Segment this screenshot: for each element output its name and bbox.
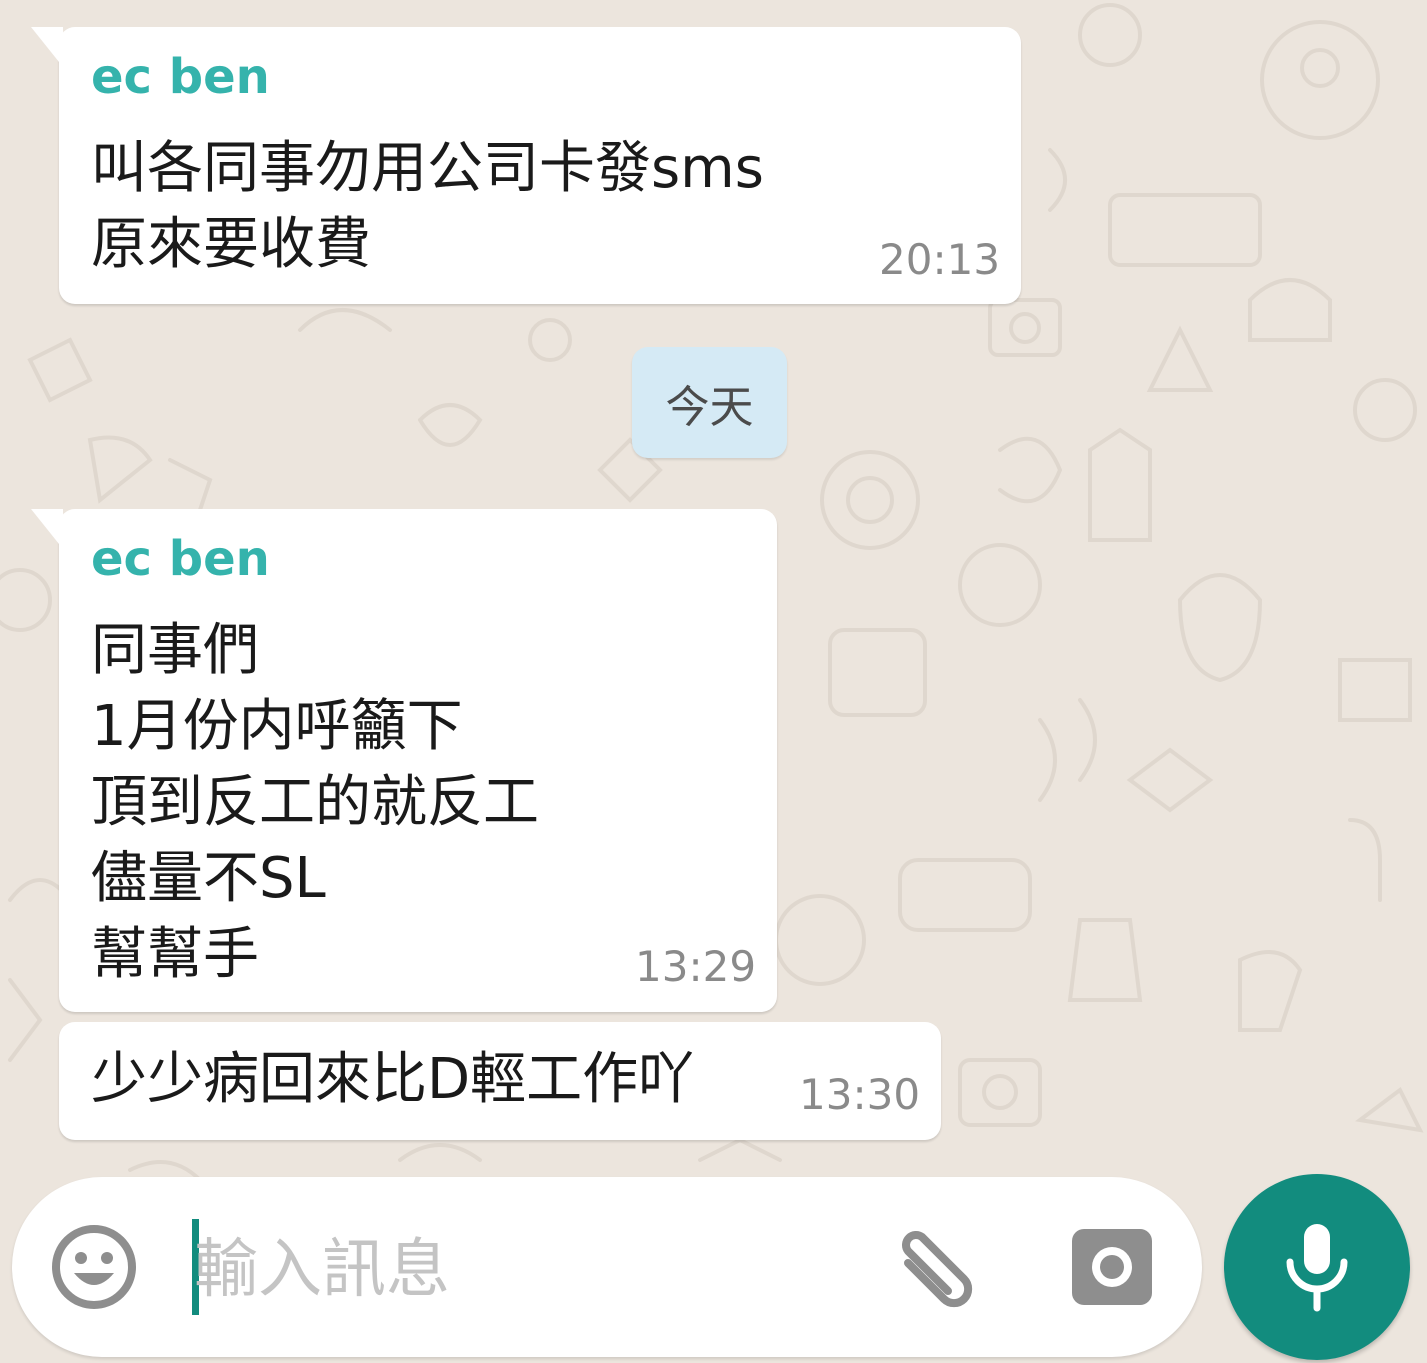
message-text: 同事們 1月份内呼籲下 頂到反工的就反工 儘量不SL 幫幫手 bbox=[91, 618, 539, 987]
message-text: 叫各同事勿用公司卡發sms 原來要收費 bbox=[91, 136, 764, 277]
date-divider: 今天 bbox=[632, 347, 787, 458]
camera-button[interactable] bbox=[1070, 1225, 1154, 1309]
message-composer bbox=[12, 1177, 1202, 1357]
message-bubble-incoming[interactable]: ec ben 叫各同事勿用公司卡發sms 原來要收費 20:13 bbox=[31, 27, 1021, 304]
voice-record-button[interactable] bbox=[1224, 1174, 1410, 1360]
camera-icon bbox=[1072, 1229, 1152, 1305]
emoji-button[interactable] bbox=[48, 1221, 140, 1313]
bubble-tail bbox=[31, 27, 63, 67]
message-timestamp: 20:13 bbox=[879, 235, 1001, 284]
bubble-tail bbox=[31, 509, 63, 549]
message-timestamp: 13:30 bbox=[799, 1070, 921, 1119]
paperclip-icon bbox=[902, 1231, 973, 1308]
message-input[interactable] bbox=[194, 1222, 844, 1318]
attach-button[interactable] bbox=[886, 1223, 986, 1319]
message-sender[interactable]: ec ben bbox=[91, 531, 270, 587]
message-bubble-incoming[interactable]: 少少病回來比D輕工作吖 13:30 bbox=[59, 1022, 941, 1140]
smiley-icon bbox=[52, 1225, 136, 1309]
message-sender[interactable]: ec ben bbox=[91, 49, 270, 105]
message-text: 少少病回來比D輕工作吖 bbox=[91, 1047, 695, 1112]
message-timestamp: 13:29 bbox=[635, 942, 757, 991]
microphone-icon bbox=[1286, 1224, 1348, 1312]
message-bubble-incoming[interactable]: ec ben 同事們 1月份内呼籲下 頂到反工的就反工 儘量不SL 幫幫手 13… bbox=[31, 509, 777, 1012]
